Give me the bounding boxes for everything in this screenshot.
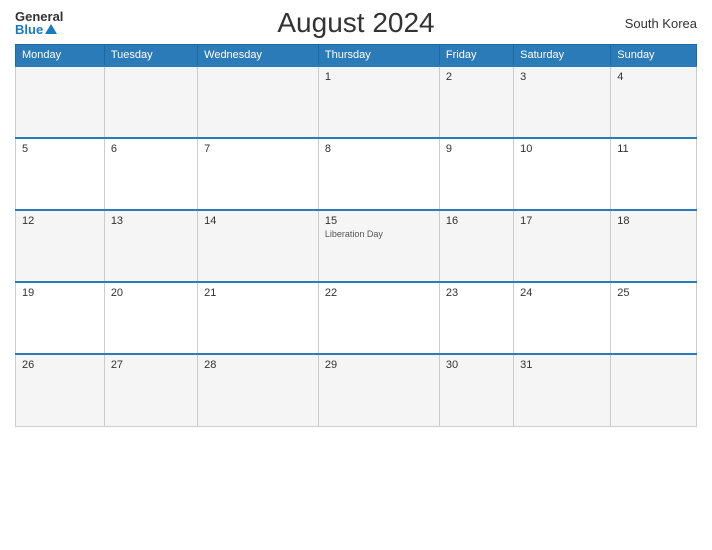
calendar-cell: 23: [439, 282, 513, 354]
calendar-thead: MondayTuesdayWednesdayThursdayFridaySatu…: [16, 45, 697, 67]
calendar-cell: 29: [318, 354, 439, 426]
weekday-header-row: MondayTuesdayWednesdayThursdayFridaySatu…: [16, 45, 697, 67]
day-number: 5: [22, 143, 98, 155]
country-label: South Korea: [625, 16, 697, 31]
calendar-cell: 11: [611, 138, 697, 210]
day-number: 12: [22, 215, 98, 227]
calendar-cell: 18: [611, 210, 697, 282]
day-number: 19: [22, 287, 98, 299]
day-number: 18: [617, 215, 690, 227]
calendar-cell: 2: [439, 66, 513, 138]
calendar-cell: 15 Liberation Day: [318, 210, 439, 282]
calendar-cell: 3: [514, 66, 611, 138]
calendar-cell: 6: [104, 138, 197, 210]
calendar-cell: 7: [198, 138, 319, 210]
weekday-header-thursday: Thursday: [318, 45, 439, 67]
day-number: 14: [204, 215, 312, 227]
calendar-cell: [198, 66, 319, 138]
day-number: 9: [446, 143, 507, 155]
day-number: 25: [617, 287, 690, 299]
calendar-cell: 1: [318, 66, 439, 138]
logo-blue-row: Blue: [15, 23, 63, 36]
calendar-cell: 12: [16, 210, 105, 282]
calendar-cell: 20: [104, 282, 197, 354]
calendar-cell: 10: [514, 138, 611, 210]
calendar-cell: 21: [198, 282, 319, 354]
day-number: 15: [325, 215, 433, 227]
day-number: 21: [204, 287, 312, 299]
calendar-cell: 14: [198, 210, 319, 282]
day-number: 28: [204, 359, 312, 371]
calendar-cell: 26: [16, 354, 105, 426]
calendar-title: August 2024: [277, 7, 434, 39]
week-row-3: 12 13 14 15 Liberation Day 16 17 18: [16, 210, 697, 282]
day-number: 30: [446, 359, 507, 371]
week-row-2: 5 6 7 8 9 10 11: [16, 138, 697, 210]
week-row-1: 1 2 3 4: [16, 66, 697, 138]
weekday-header-monday: Monday: [16, 45, 105, 67]
calendar-cell: 28: [198, 354, 319, 426]
calendar-cell: [16, 66, 105, 138]
calendar-cell: 25: [611, 282, 697, 354]
day-number: 17: [520, 215, 604, 227]
logo: General Blue: [15, 10, 63, 36]
day-number: 27: [111, 359, 191, 371]
weekday-header-saturday: Saturday: [514, 45, 611, 67]
calendar-cell: [611, 354, 697, 426]
calendar-cell: 8: [318, 138, 439, 210]
calendar-cell: 31: [514, 354, 611, 426]
weekday-header-wednesday: Wednesday: [198, 45, 319, 67]
day-number: 22: [325, 287, 433, 299]
day-number: 11: [617, 143, 690, 155]
logo-blue-text: Blue: [15, 23, 43, 36]
day-number: 8: [325, 143, 433, 155]
calendar-body: 123456789101112131415Liberation Day16171…: [16, 66, 697, 426]
day-number: 2: [446, 71, 507, 83]
week-row-4: 19 20 21 22 23 24 25: [16, 282, 697, 354]
calendar-cell: 5: [16, 138, 105, 210]
calendar-cell: 19: [16, 282, 105, 354]
day-number: 6: [111, 143, 191, 155]
weekday-header-friday: Friday: [439, 45, 513, 67]
calendar-cell: 9: [439, 138, 513, 210]
day-number: 23: [446, 287, 507, 299]
day-number: 26: [22, 359, 98, 371]
calendar-cell: 16: [439, 210, 513, 282]
day-number: 29: [325, 359, 433, 371]
day-number: 4: [617, 71, 690, 83]
calendar-cell: 24: [514, 282, 611, 354]
day-number: 7: [204, 143, 312, 155]
week-row-5: 26 27 28 29 30 31: [16, 354, 697, 426]
calendar-cell: 13: [104, 210, 197, 282]
event-label: Liberation Day: [325, 229, 433, 239]
calendar-cell: 22: [318, 282, 439, 354]
calendar-container: General Blue August 2024 South Korea Mon…: [0, 0, 712, 550]
calendar-table: MondayTuesdayWednesdayThursdayFridaySatu…: [15, 44, 697, 427]
day-number: 3: [520, 71, 604, 83]
calendar-cell: 27: [104, 354, 197, 426]
day-number: 1: [325, 71, 433, 83]
day-number: 20: [111, 287, 191, 299]
calendar-cell: [104, 66, 197, 138]
day-number: 24: [520, 287, 604, 299]
calendar-cell: 17: [514, 210, 611, 282]
day-number: 31: [520, 359, 604, 371]
calendar-cell: 30: [439, 354, 513, 426]
logo-triangle-icon: [45, 24, 57, 34]
weekday-header-sunday: Sunday: [611, 45, 697, 67]
calendar-cell: 4: [611, 66, 697, 138]
day-number: 10: [520, 143, 604, 155]
day-number: 13: [111, 215, 191, 227]
weekday-header-tuesday: Tuesday: [104, 45, 197, 67]
calendar-header: General Blue August 2024 South Korea: [15, 10, 697, 36]
day-number: 16: [446, 215, 507, 227]
